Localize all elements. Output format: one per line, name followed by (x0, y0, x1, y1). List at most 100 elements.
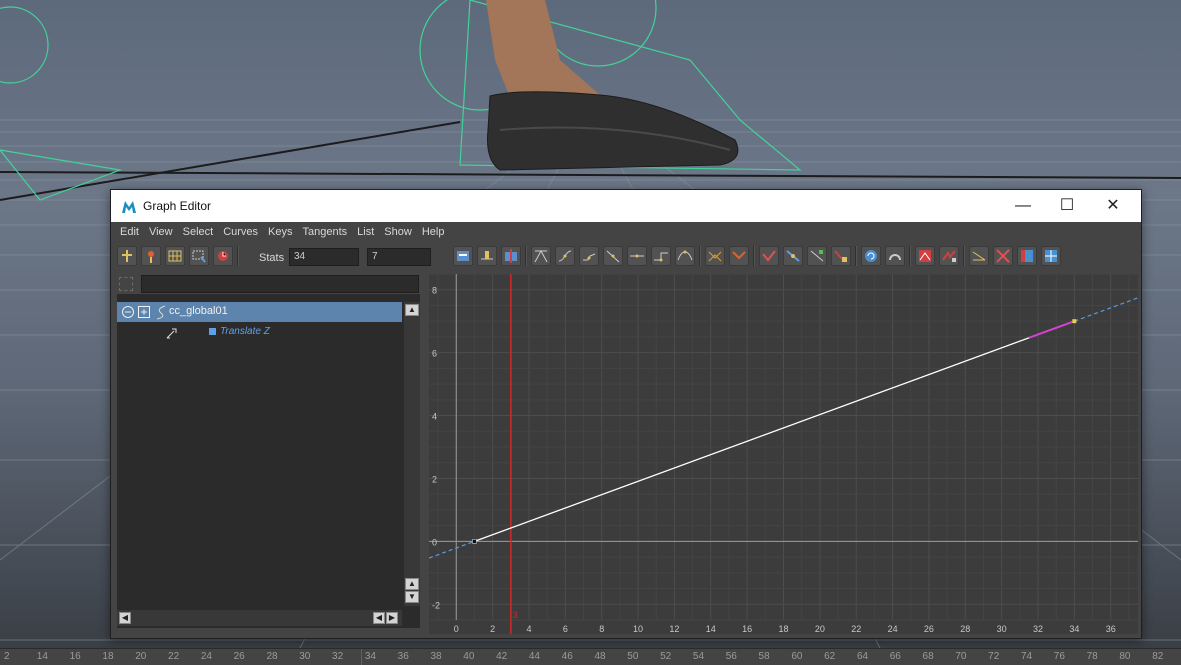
auto-tangent-icon[interactable] (531, 246, 551, 266)
x-tick-label: 24 (888, 624, 898, 634)
menu-select[interactable]: Select (178, 222, 219, 242)
outliner-attribute-row[interactable]: Translate Z (117, 324, 402, 342)
scroll-up-button[interactable]: ▲ (405, 304, 419, 316)
swap-buffer-curve-icon[interactable] (939, 246, 959, 266)
scroll-right-button[interactable]: ▶ (386, 612, 398, 624)
lattice-deform-icon[interactable] (165, 246, 185, 266)
menu-edit[interactable]: Edit (115, 222, 144, 242)
frame-all-icon[interactable] (453, 246, 473, 266)
x-tick-label: 18 (778, 624, 788, 634)
time-ruler-tick: 28 (266, 651, 278, 662)
graph-view[interactable]: 8 6 4 2 0 -2 0 2 4 6 8 10 12 14 16 18 20 22 24 26 28 30 32 34 36… (428, 273, 1139, 634)
y-tick-label: 8 (432, 286, 437, 296)
outliner-node-row[interactable]: cc_global01 (117, 302, 402, 322)
frame-playback-range-icon[interactable] (477, 246, 497, 266)
y-tick-label: 4 (432, 412, 437, 422)
plateau-tangent-icon[interactable] (675, 246, 695, 266)
time-ruler-tick: 18 (102, 651, 114, 662)
close-button[interactable]: ✕ (1091, 194, 1135, 218)
unify-tangents-icon[interactable] (729, 246, 749, 266)
attribute-name: Translate Z (220, 326, 270, 337)
menu-keys[interactable]: Keys (263, 222, 297, 242)
x-tick-label: 36 (1106, 624, 1116, 634)
time-ruler-tick: 38 (430, 651, 442, 662)
trax-editor-icon[interactable] (1041, 246, 1061, 266)
scroll-left-button[interactable]: ◀ (373, 612, 385, 624)
maximize-button[interactable]: ☐ (1045, 194, 1089, 218)
minimize-button[interactable]: — (1001, 194, 1045, 218)
time-ruler-tick: 54 (692, 651, 705, 662)
outliner-horizontal-scrollbar[interactable]: ◀ ◀ ▶ (117, 610, 402, 626)
outliner-vertical-scrollbar[interactable]: ▲ ▲ ▼ (404, 302, 420, 606)
time-ruler-tick: 46 (561, 651, 573, 662)
time-ruler-tick: 26 (233, 651, 245, 662)
x-tick-label: 16 (742, 624, 752, 634)
title-bar[interactable]: Graph Editor — ☐ ✕ (111, 190, 1141, 222)
x-tick-label: 4 (526, 624, 531, 634)
menu-help[interactable]: Help (417, 222, 450, 242)
region-tool-icon[interactable] (189, 246, 209, 266)
flat-tangent-icon[interactable] (627, 246, 647, 266)
filter-icon[interactable] (119, 277, 133, 291)
stats-value-field[interactable]: 7 (367, 248, 431, 266)
x-tick-label: 22 (851, 624, 861, 634)
denormalize-curves-icon[interactable] (993, 246, 1013, 266)
retime-tool-icon[interactable] (213, 246, 233, 266)
scroll-left-button[interactable]: ◀ (119, 612, 131, 624)
break-tangents-icon[interactable] (705, 246, 725, 266)
lock-tangent-weight-icon[interactable] (783, 246, 803, 266)
x-tick-label: 14 (706, 624, 716, 634)
time-ruler-tick: 70 (955, 651, 967, 662)
maya-logo-icon (122, 201, 136, 213)
time-ruler-current-frame-marker[interactable] (360, 649, 362, 665)
outliner-filter-input[interactable] (141, 275, 419, 293)
collapse-icon[interactable] (121, 305, 135, 319)
toolbar-separator (753, 246, 755, 266)
scroll-down-button[interactable]: ▼ (405, 591, 419, 603)
time-ruler-tick: 22 (168, 651, 180, 662)
graph-editor-window: Graph Editor — ☐ ✕ Edit View Select Curves K… (110, 189, 1142, 639)
current-time-label: 3 (513, 610, 518, 620)
insert-key-tool-icon[interactable] (141, 246, 161, 266)
menu-view[interactable]: View (144, 222, 178, 242)
time-ruler-tick: 82 (1152, 651, 1164, 662)
dope-sheet-icon[interactable] (1017, 246, 1037, 266)
toolbar-separator (855, 246, 857, 266)
x-tick-label: 8 (599, 624, 604, 634)
time-ruler-tick: 30 (299, 651, 311, 662)
move-key-tool-icon[interactable] (117, 246, 137, 266)
stats-time-field[interactable]: 34 (289, 248, 359, 266)
toolbar-separator (909, 246, 911, 266)
menu-list[interactable]: List (352, 222, 379, 242)
x-tick-label: 20 (815, 624, 825, 634)
y-tick-label: -2 (432, 600, 440, 610)
x-tick-label: 10 (633, 624, 643, 634)
expand-attributes-icon[interactable] (137, 305, 151, 319)
menu-tangents[interactable]: Tangents (298, 222, 353, 242)
buffer-curve-snapshot-icon[interactable] (915, 246, 935, 266)
time-ruler-tick: 80 (1119, 651, 1131, 662)
center-current-time-icon[interactable] (501, 246, 521, 266)
x-tick-label: 6 (563, 624, 568, 634)
spline-tangent-icon[interactable] (555, 246, 575, 266)
graph-canvas[interactable]: 86420-20 2 4 6 8 10 12 14 16 18 20 22 24 26 28 30 32 34 36… (428, 273, 1139, 634)
menu-curves[interactable]: Curves (218, 222, 263, 242)
menu-show[interactable]: Show (379, 222, 417, 242)
linear-tangent-icon[interactable] (603, 246, 623, 266)
x-tick-label: 34 (1069, 624, 1079, 634)
time-ruler-tick: 32 (332, 651, 344, 662)
toolbar-separator (963, 246, 965, 266)
time-slider[interactable]: 2 14 16 18 20 22 24 26 28 30 32 34 36 38 40 42 44 46 48 50 5… (0, 648, 1181, 665)
step-tangent-icon[interactable] (651, 246, 671, 266)
x-tick-label: 32 (1033, 624, 1043, 634)
free-tangent-weight-icon[interactable] (759, 246, 779, 266)
post-infinity-cycle-icon[interactable] (885, 246, 905, 266)
clamped-tangent-icon[interactable] (579, 246, 599, 266)
scroll-up-button[interactable]: ▲ (405, 578, 419, 590)
normalize-curves-icon[interactable] (969, 246, 989, 266)
pre-infinity-cycle-icon[interactable] (861, 246, 881, 266)
key-stats-icon[interactable] (807, 246, 827, 266)
lock-key-icon[interactable] (831, 246, 851, 266)
time-ruler-tick: 44 (528, 651, 540, 662)
time-ruler-tick: 66 (889, 651, 901, 662)
